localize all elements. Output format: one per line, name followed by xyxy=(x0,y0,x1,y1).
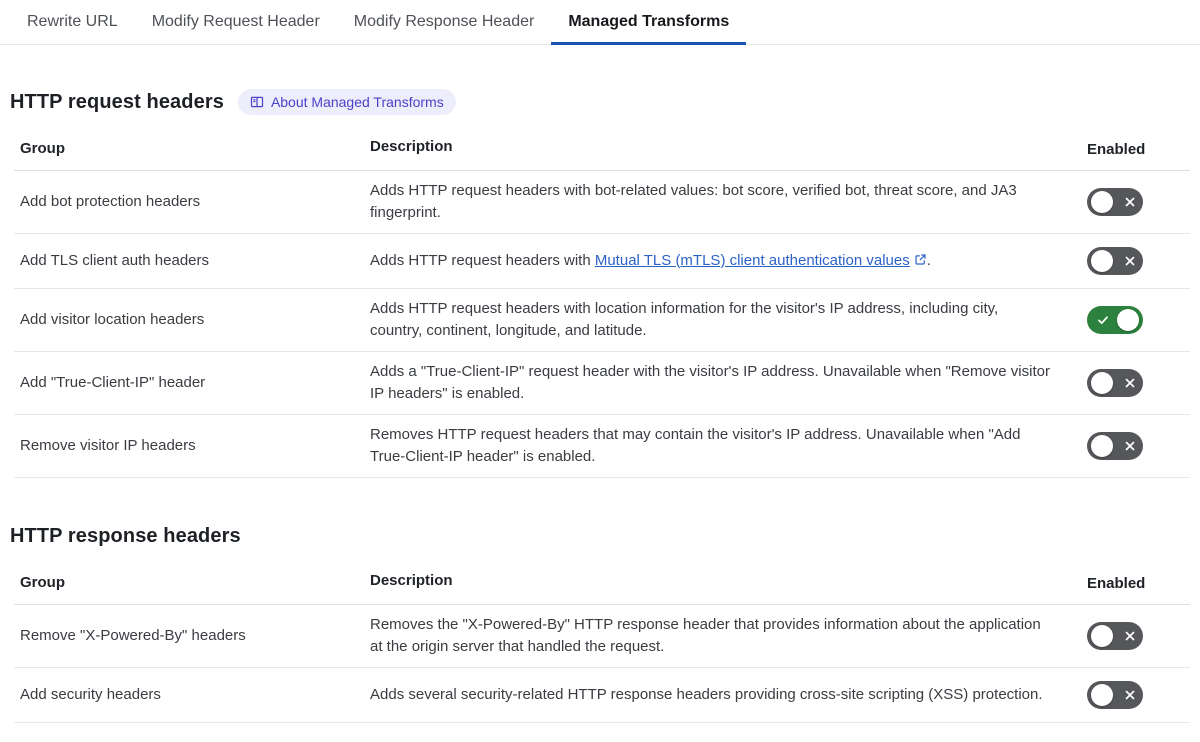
x-icon xyxy=(1124,255,1136,270)
request-section-title: HTTP request headers xyxy=(10,90,224,113)
description-text: Adds HTTP request headers with xyxy=(370,251,595,269)
table-row: Add visitor location headers Adds HTTP r… xyxy=(14,289,1190,352)
group-cell: Add visitor location headers xyxy=(20,311,205,328)
column-header-group: Group xyxy=(20,574,65,591)
enabled-toggle[interactable] xyxy=(1087,622,1143,650)
description-cell: Adds a "True-Client-IP" request header w… xyxy=(370,363,1050,402)
description-cell: Adds HTTP request headers with location … xyxy=(370,300,999,339)
group-cell: Add "True-Client-IP" header xyxy=(20,374,206,391)
table-row: Remove "X-Powered-By" headers Removes th… xyxy=(14,605,1190,668)
tab-bar: Rewrite URL Modify Request Header Modify… xyxy=(0,0,1200,45)
column-header-group: Group xyxy=(20,140,65,157)
badge-label: About Managed Transforms xyxy=(270,94,444,110)
request-headers-table: Group Description Enabled Add bot protec… xyxy=(14,129,1190,478)
description-cell: Adds several security-related HTTP respo… xyxy=(370,686,1043,703)
tab-modify-request-header[interactable]: Modify Request Header xyxy=(135,0,337,45)
table-row: Add "True-Client-IP" header Adds a "True… xyxy=(14,352,1190,415)
group-cell: Add security headers xyxy=(20,686,161,703)
group-cell: Remove "X-Powered-By" headers xyxy=(20,627,246,644)
column-header-description: Description xyxy=(370,572,453,589)
table-header-row: Group Description Enabled xyxy=(14,563,1190,605)
table-row: Add TLS client auth headers Adds HTTP re… xyxy=(14,234,1190,289)
toggle-knob xyxy=(1091,684,1113,706)
enabled-toggle[interactable] xyxy=(1087,432,1143,460)
group-cell: Add TLS client auth headers xyxy=(20,252,210,269)
enabled-toggle[interactable] xyxy=(1087,188,1143,216)
toggle-knob xyxy=(1091,435,1113,457)
table-header-row: Group Description Enabled xyxy=(14,129,1190,171)
table-row: Remove visitor IP headers Removes HTTP r… xyxy=(14,415,1190,478)
x-icon xyxy=(1124,377,1136,392)
table-row: Add bot protection headers Adds HTTP req… xyxy=(14,171,1190,234)
request-headers-section: HTTP request headers About Managed Trans… xyxy=(0,88,1200,478)
column-header-enabled: Enabled xyxy=(1087,575,1146,592)
table-row: Add security headers Adds several securi… xyxy=(14,668,1190,723)
description-text: . xyxy=(926,251,931,269)
group-cell: Remove visitor IP headers xyxy=(20,437,196,454)
tab-managed-transforms[interactable]: Managed Transforms xyxy=(551,0,747,45)
toggle-knob xyxy=(1091,191,1113,213)
description-cell: Adds HTTP request headers with Mutual TL… xyxy=(370,250,1085,273)
external-link-icon xyxy=(914,251,927,273)
x-icon xyxy=(1124,440,1136,455)
response-headers-section: HTTP response headers Group Description … xyxy=(0,522,1200,723)
book-icon xyxy=(250,95,264,109)
tab-modify-response-header[interactable]: Modify Response Header xyxy=(337,0,552,45)
mtls-docs-link[interactable]: Mutual TLS (mTLS) client authentication … xyxy=(595,252,910,269)
response-headers-table: Group Description Enabled Remove "X-Powe… xyxy=(14,563,1190,723)
tab-rewrite-url[interactable]: Rewrite URL xyxy=(10,0,135,45)
description-cell: Removes the "X-Powered-By" HTTP response… xyxy=(370,616,1041,655)
toggle-knob xyxy=(1091,372,1113,394)
toggle-knob xyxy=(1091,250,1113,272)
column-header-enabled: Enabled xyxy=(1087,141,1146,158)
x-icon xyxy=(1124,689,1136,704)
group-cell: Add bot protection headers xyxy=(20,193,201,210)
check-icon xyxy=(1097,314,1109,329)
enabled-toggle[interactable] xyxy=(1087,681,1143,709)
enabled-toggle[interactable] xyxy=(1087,369,1143,397)
toggle-knob xyxy=(1117,309,1139,331)
column-header-description: Description xyxy=(370,138,453,155)
enabled-toggle[interactable] xyxy=(1087,247,1143,275)
x-icon xyxy=(1124,630,1136,645)
about-managed-transforms-link[interactable]: About Managed Transforms xyxy=(237,89,456,115)
description-cell: Adds HTTP request headers with bot-relat… xyxy=(370,182,1017,221)
response-section-title: HTTP response headers xyxy=(10,524,241,547)
toggle-knob xyxy=(1091,625,1113,647)
x-icon xyxy=(1124,196,1136,211)
enabled-toggle[interactable] xyxy=(1087,306,1143,334)
description-cell: Removes HTTP request headers that may co… xyxy=(370,426,1021,465)
